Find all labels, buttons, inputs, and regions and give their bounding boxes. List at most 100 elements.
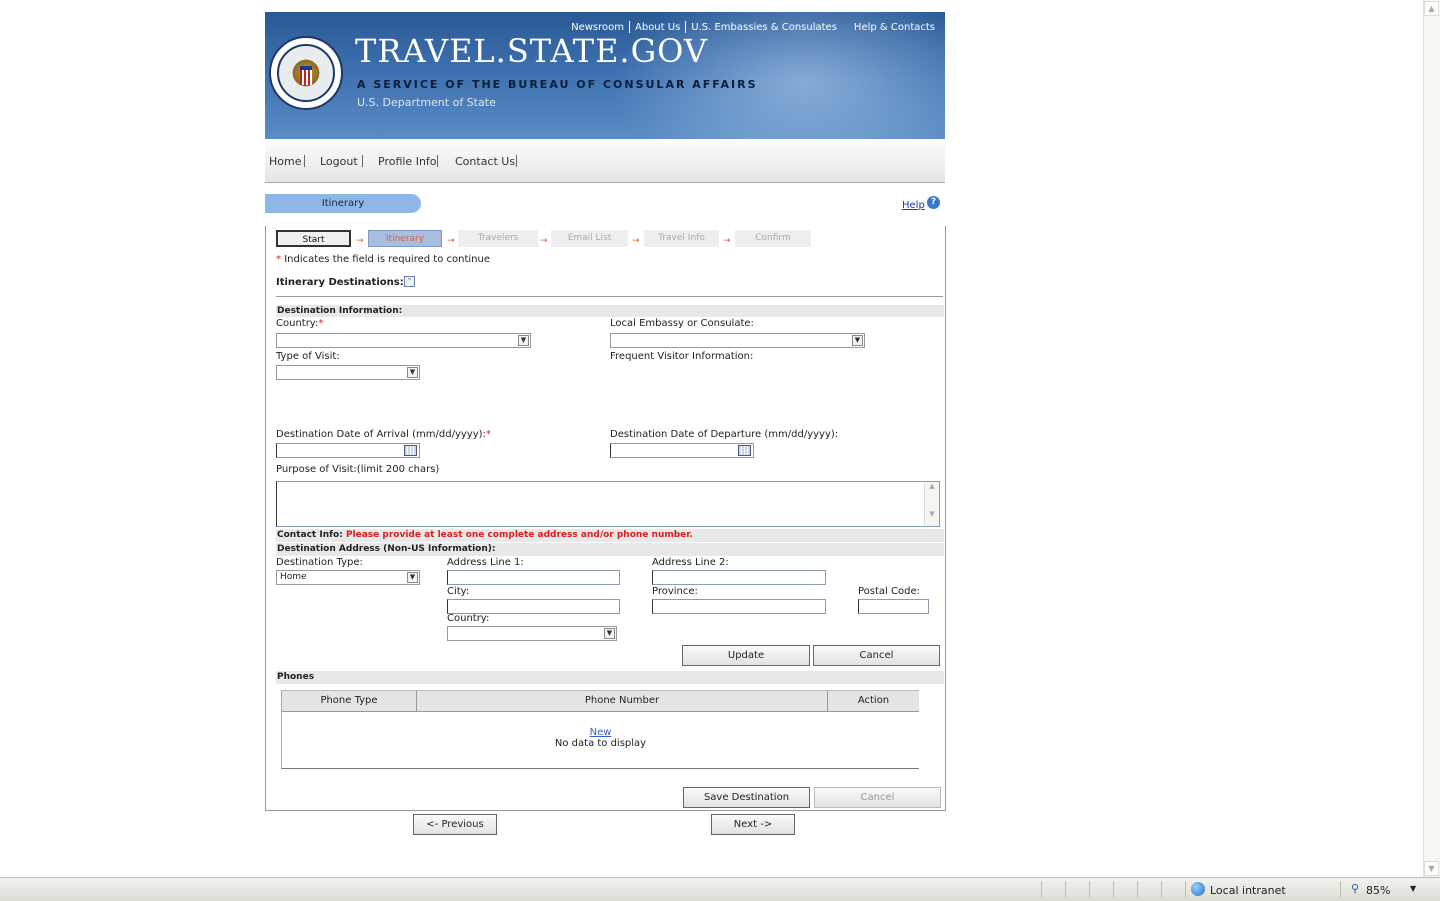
divider [516, 155, 517, 167]
step-travelers: Travelers [458, 230, 538, 247]
chevron-down-icon[interactable]: ▼ [407, 367, 418, 378]
departure-date-input[interactable] [610, 443, 754, 458]
divider [1161, 881, 1162, 898]
divider [1185, 881, 1186, 898]
required-note-text: Indicates the field is required to conti… [284, 254, 490, 265]
address-cancel-button[interactable]: Cancel [813, 645, 940, 666]
arrow-right-icon: → [540, 236, 548, 246]
country-select[interactable]: ▼ [276, 333, 531, 348]
site-header: Newsroom About Us U.S. Embassies & Consula… [265, 12, 945, 139]
next-button[interactable]: Next -> [711, 814, 795, 835]
divider [1089, 881, 1090, 898]
divider [437, 155, 438, 167]
divider [304, 155, 305, 167]
arrow-right-icon: → [632, 236, 640, 246]
address-line1-input[interactable] [447, 570, 620, 585]
column-phone-number[interactable]: Phone Number [417, 695, 827, 706]
intranet-globe-icon [1191, 882, 1205, 896]
required-star: * [276, 254, 281, 265]
site-department: U.S. Department of State [357, 96, 496, 109]
itinerary-tab: Itinerary [265, 194, 421, 213]
address-line1-label: Address Line 1: [447, 557, 524, 568]
scroll-up-icon[interactable]: ▲ [1424, 1, 1439, 16]
contact-warning: Please provide at least one complete add… [345, 530, 693, 540]
arrival-date-input[interactable] [276, 443, 420, 458]
arrival-date-label: Destination Date of Arrival (mm/dd/yyyy)… [276, 429, 491, 440]
help-icon[interactable]: ? [927, 196, 940, 209]
calendar-icon[interactable] [404, 445, 417, 456]
destination-type-value: Home [280, 572, 307, 582]
site-subtitle: A SERVICE OF THE BUREAU OF CONSULAR AFFA… [357, 78, 758, 91]
security-zone: Local intranet [1210, 884, 1286, 897]
destination-cancel-button[interactable]: Cancel [814, 787, 941, 808]
phones-table-header: Phone Type Phone Number Action [282, 690, 919, 712]
destination-type-label: Destination Type: [276, 557, 363, 568]
chevron-down-icon[interactable]: ▼ [407, 572, 418, 583]
divider [1137, 881, 1138, 898]
nav-home[interactable]: Home [269, 155, 301, 168]
section-title: Itinerary Destinations: [276, 277, 404, 288]
help-contacts-link[interactable]: Help & Contacts [854, 22, 935, 33]
previous-button[interactable]: <- Previous [413, 814, 497, 835]
scroll-down-icon[interactable]: ▼ [1424, 861, 1439, 876]
departure-date-label: Destination Date of Departure (mm/dd/yyy… [610, 429, 839, 440]
city-input[interactable] [447, 599, 620, 614]
zoom-icon[interactable]: ⚲ [1351, 882, 1359, 895]
chevron-down-icon[interactable]: ▼ [1410, 884, 1416, 893]
divider [1041, 881, 1042, 898]
divider [1065, 881, 1066, 898]
province-label: Province: [652, 586, 698, 597]
chevron-down-icon[interactable]: ▼ [852, 335, 863, 346]
department-seal-icon [269, 36, 343, 110]
textarea-scrollbar[interactable]: ▲ ▼ [924, 482, 939, 526]
address-line2-input[interactable] [652, 570, 826, 585]
chevron-down-icon[interactable]: ▼ [604, 628, 615, 639]
destination-type-select[interactable]: Home ▼ [276, 570, 420, 585]
postal-code-input[interactable] [858, 599, 929, 614]
step-start[interactable]: Start [276, 230, 351, 247]
page-scrollbar[interactable] [1423, 0, 1440, 877]
nav-contact-us[interactable]: Contact Us [455, 155, 515, 168]
visit-type-label: Type of Visit: [276, 351, 340, 362]
step-travel-info: Travel Info [644, 230, 719, 247]
address-line2-label: Address Line 2: [652, 557, 729, 568]
chevron-down-icon[interactable]: ▼ [518, 335, 529, 346]
postal-code-label: Postal Code: [858, 586, 920, 597]
destination-heading: Destination Information: [276, 305, 944, 317]
empty-table-text: No data to display [554, 738, 647, 749]
step-confirm: Confirm [735, 230, 811, 247]
visit-type-select[interactable]: ▼ [276, 365, 420, 380]
column-action[interactable]: Action [828, 695, 919, 706]
arrow-right-icon: → [356, 236, 364, 246]
scroll-down-icon[interactable]: ▼ [925, 510, 939, 518]
embassy-select[interactable]: ▼ [610, 333, 865, 348]
country-label: Country:* [276, 318, 324, 329]
nav-logout[interactable]: Logout [320, 155, 358, 168]
browser-status-bar: Local intranet ⚲ 85% ▼ [0, 877, 1440, 901]
main-nav: Home Logout Profile Info Contact Us [265, 139, 945, 183]
new-phone-link[interactable]: New [282, 727, 919, 738]
address-country-label: Country: [447, 613, 490, 624]
embassies-link[interactable]: U.S. Embassies & Consulates [691, 22, 837, 33]
help-link[interactable]: Help [902, 200, 925, 211]
divider [276, 296, 943, 297]
city-label: City: [447, 586, 470, 597]
purpose-textarea[interactable]: ▲ ▼ [276, 481, 940, 527]
arrow-right-icon: → [447, 236, 455, 246]
address-country-select[interactable]: ▼ [447, 626, 617, 641]
nav-profile-info[interactable]: Profile Info [378, 155, 437, 168]
step-itinerary[interactable]: Itinerary [368, 230, 442, 247]
zoom-level[interactable]: 85% [1366, 884, 1390, 897]
save-destination-button[interactable]: Save Destination [683, 787, 810, 808]
column-phone-type[interactable]: Phone Type [282, 695, 416, 706]
province-input[interactable] [652, 599, 826, 614]
phones-table: Phone Type Phone Number Action New No da… [281, 690, 919, 769]
update-button[interactable]: Update [682, 645, 810, 666]
contact-info-bar: Contact Info: Please provide at least on… [276, 529, 944, 542]
phones-heading: Phones [276, 671, 944, 684]
collapse-icon[interactable]: ⌃ [404, 276, 415, 287]
site-title[interactable]: TRAVEL.STATE.GOV [355, 32, 708, 70]
scroll-up-icon[interactable]: ▲ [925, 482, 939, 490]
calendar-icon[interactable] [738, 445, 751, 456]
purpose-label: Purpose of Visit:(limit 200 chars) [276, 464, 440, 475]
